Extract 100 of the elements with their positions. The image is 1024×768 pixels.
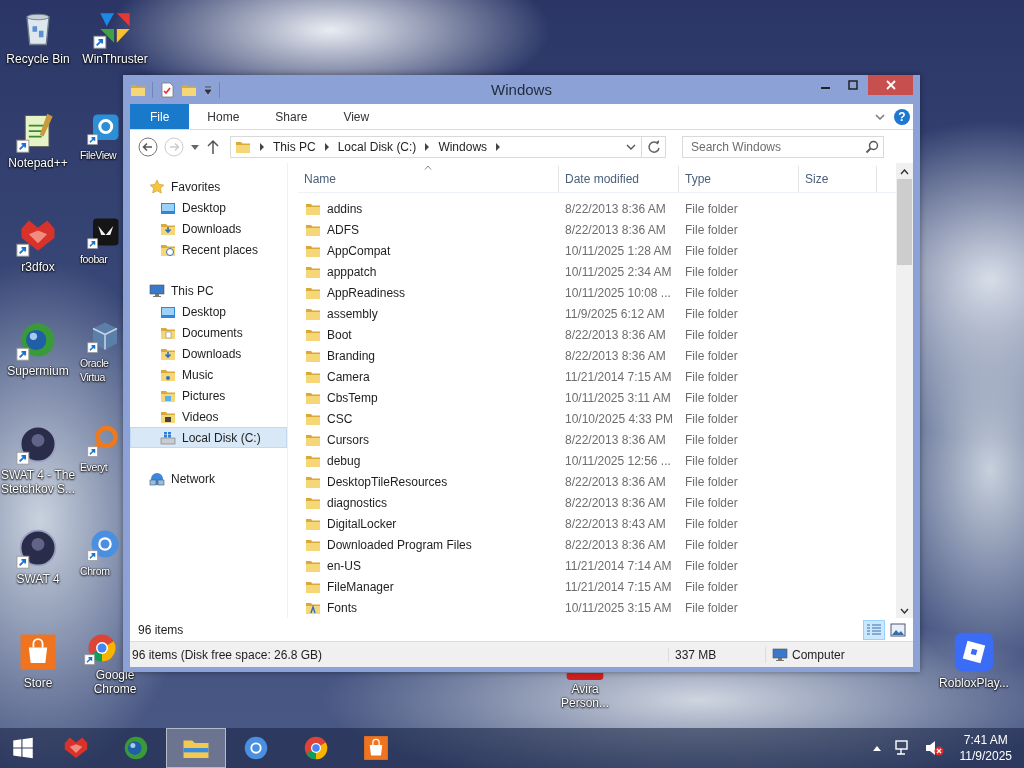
nav-item[interactable]: Network — [130, 468, 287, 489]
file-name[interactable]: Cursors — [327, 432, 369, 447]
nav-item[interactable]: Downloads — [130, 343, 287, 364]
file-name[interactable]: DesktopTileResources — [327, 474, 448, 489]
file-name[interactable]: CbsTemp — [327, 390, 378, 405]
type-cell-text: File folder — [684, 474, 739, 489]
clock-time: 7:41 AM — [963, 732, 1008, 748]
file-name[interactable]: Camera — [327, 369, 370, 384]
date-cell-text: 8/22/2013 8:36 AM — [564, 495, 667, 510]
selection-size: 337 MB — [668, 647, 765, 662]
file-name[interactable]: apppatch — [327, 264, 377, 279]
file-name[interactable]: Boot — [327, 327, 352, 342]
scrollbar-thumb[interactable] — [897, 179, 912, 265]
date-cell-text: 8/22/2013 8:36 AM — [564, 327, 667, 342]
date-cell-text: 11/21/2014 7:15 AM — [564, 579, 673, 594]
date-cell-text: 10/11/2025 3:11 AM — [564, 390, 672, 405]
type-cell-text: File folder — [684, 516, 739, 531]
scroll-up-icon[interactable] — [900, 169, 909, 175]
shortcut-label: foobar — [80, 252, 108, 266]
type-cell-text: File folder — [684, 495, 739, 510]
file-name[interactable]: CSC — [327, 411, 353, 426]
date-cell-text: 10/11/2025 3:15 AM — [564, 600, 673, 615]
file-name[interactable]: assembly — [327, 306, 378, 321]
nav-item[interactable]: Music — [130, 364, 287, 385]
refresh-icon — [646, 139, 661, 154]
shortcut-label: FileView — [80, 148, 117, 162]
type-cell-text: File folder — [684, 264, 739, 279]
scrollbar[interactable] — [896, 163, 913, 618]
tray-expand-icon[interactable] — [871, 744, 882, 752]
type-cell-text: File folder — [684, 390, 739, 405]
column-header[interactable]: Name — [298, 166, 559, 192]
chevron-icon[interactable] — [322, 141, 331, 152]
column-header[interactable]: Size — [799, 166, 877, 192]
ribbon-tab[interactable]: View — [325, 104, 388, 129]
file-name[interactable]: AppReadiness — [327, 285, 406, 300]
type-cell-text: File folder — [684, 453, 739, 468]
minimize-icon — [820, 87, 830, 89]
file-name[interactable]: en-US — [327, 558, 361, 573]
windows-logo-icon — [10, 735, 36, 761]
item-count: 96 items — [138, 622, 184, 637]
nav-item[interactable]: Desktop — [130, 301, 287, 322]
file-name[interactable]: Fonts — [327, 600, 357, 615]
up-arrow-icon[interactable] — [206, 138, 220, 155]
type-cell-text: File folder — [684, 600, 739, 615]
refresh-button[interactable] — [642, 135, 666, 158]
muted-speaker-icon[interactable] — [923, 739, 944, 757]
file-name[interactable]: DigitalLocker — [327, 516, 397, 531]
chevron-icon[interactable] — [258, 141, 266, 152]
nav-item[interactable]: Favorites — [130, 176, 287, 197]
file-name[interactable]: Branding — [327, 348, 376, 363]
details-view-icon — [866, 622, 882, 637]
nav-item[interactable]: Videos — [130, 406, 287, 427]
window-title: Windows — [490, 81, 553, 98]
nav-item[interactable]: Recent places — [130, 239, 287, 260]
type-cell-text: File folder — [684, 537, 739, 552]
file-name[interactable]: Downloaded Program Files — [327, 537, 472, 552]
network-icon — [149, 470, 165, 487]
shortcut-label: Recycle Bin — [6, 52, 70, 66]
file-name[interactable]: addins — [327, 201, 363, 216]
file-name[interactable]: diagnostics — [327, 495, 388, 510]
nav-item[interactable]: Local Disk (C:) — [130, 427, 287, 448]
scroll-down-icon[interactable] — [900, 608, 909, 614]
computer-icon — [772, 646, 788, 663]
breadcrumb[interactable]: Local Disk (C:) — [337, 139, 417, 154]
nav-item[interactable]: Desktop — [130, 197, 287, 218]
address-bar[interactable]: This PC Local Disk (C:) Windows — [230, 135, 642, 158]
back-button[interactable] — [138, 136, 158, 157]
close-button[interactable] — [868, 75, 913, 95]
nav-item[interactable]: This PC — [130, 280, 287, 301]
shortcut-label: Chrom — [80, 564, 110, 578]
type-cell-text: File folder — [684, 558, 739, 573]
type-cell-text: File folder — [684, 579, 739, 594]
nav-item[interactable]: Pictures — [130, 385, 287, 406]
column-header[interactable]: Date modified — [559, 166, 679, 192]
date-cell-text: 10/11/2025 12:56 ... — [564, 453, 672, 468]
shortcut-label: Oracle Virtua — [80, 356, 110, 384]
date-cell-text: 8/22/2013 8:43 AM — [564, 516, 667, 531]
chevron-icon[interactable] — [494, 141, 503, 152]
ribbon-tab[interactable]: Home — [189, 104, 258, 129]
chevron-icon[interactable] — [423, 141, 432, 152]
date-cell-text: 10/11/2025 2:34 AM — [564, 264, 673, 279]
breadcrumb[interactable]: Windows — [438, 139, 488, 154]
file-name[interactable]: debug — [327, 453, 361, 468]
square-logo-icon[interactable] — [952, 630, 996, 674]
type-cell-text: File folder — [684, 411, 739, 426]
nav-item[interactable]: Downloads — [130, 218, 287, 239]
file-name[interactable]: FileManager — [327, 579, 394, 594]
file-name[interactable]: AppCompat — [327, 243, 391, 258]
column-header[interactable]: Type — [679, 166, 799, 192]
help-button[interactable]: ? — [894, 108, 910, 125]
shortcut-label: Google Chrome — [92, 668, 138, 696]
clock[interactable]: 7:41 AM 11/9/2025 — [955, 732, 1016, 764]
nav-item[interactable]: Documents — [130, 322, 287, 343]
file-menu-button[interactable]: File — [130, 104, 190, 129]
breadcrumb[interactable]: This PC — [273, 139, 316, 154]
properties-icon[interactable] — [159, 81, 175, 98]
shortcut-label: WinThruster — [82, 52, 148, 66]
file-name[interactable]: ADFS — [327, 222, 359, 237]
ribbon-tab[interactable]: Share — [257, 104, 326, 129]
date-cell-text: 8/22/2013 8:36 AM — [564, 222, 667, 237]
